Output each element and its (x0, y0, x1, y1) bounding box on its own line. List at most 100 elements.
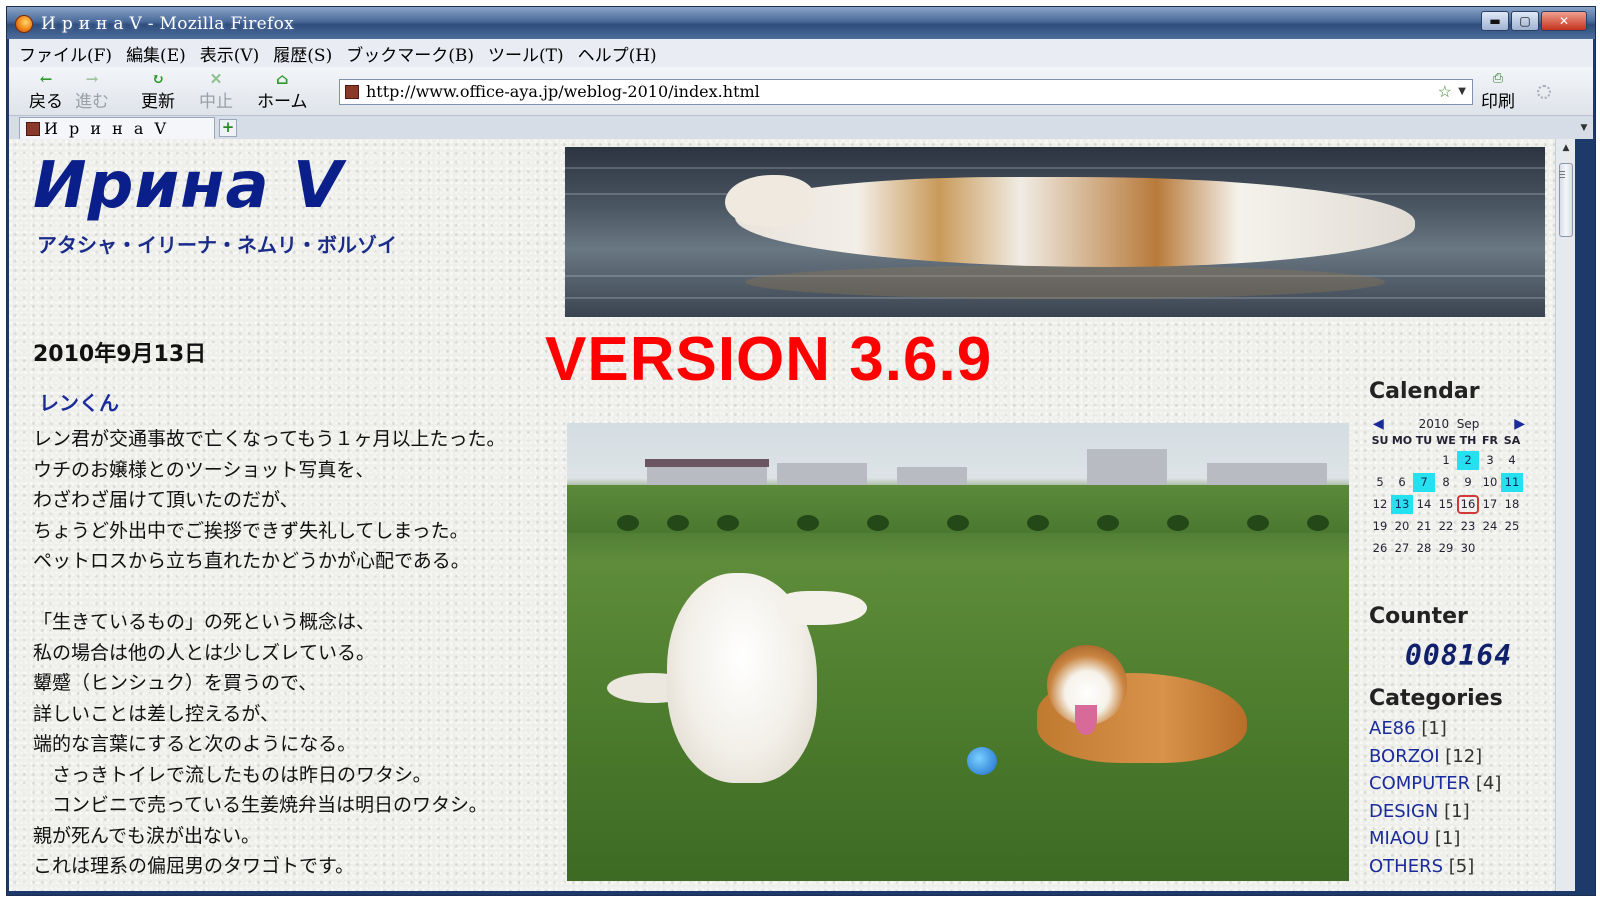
print-label: 印刷 (1481, 92, 1515, 112)
calendar-day[interactable]: 2 (1457, 451, 1479, 470)
new-tab-button[interactable]: + (219, 119, 237, 137)
calendar-weekday: MO (1391, 434, 1413, 447)
calendar-day: 3 (1486, 453, 1494, 467)
tab-irina-v[interactable]: И р и н а V (19, 117, 215, 140)
category-count: [1] (1438, 800, 1470, 822)
browser-window: И р и н а V - Mozilla Firefox ▬ ▢ ✕ ファイル… (6, 6, 1596, 896)
category-item: AE86 [1] (1369, 715, 1549, 743)
url-input[interactable]: http://www.office-aya.jp/weblog-2010/ind… (339, 79, 1473, 105)
minimize-button[interactable]: ▬ (1481, 11, 1509, 31)
post-line (33, 577, 553, 608)
calendar-day: 27 (1394, 541, 1410, 555)
calendar-month-label: 2010 Sep (1419, 417, 1480, 431)
printer-icon: ⎙ (1492, 71, 1504, 86)
reload-label: 更新 (141, 92, 175, 112)
print-button[interactable]: ⎙ 印刷 (1481, 71, 1515, 112)
calendar-day: 25 (1504, 519, 1520, 533)
calendar-next-icon[interactable]: ▶ (1514, 416, 1525, 432)
menu-help[interactable]: ヘルプ(H) (578, 41, 657, 66)
category-count: [4] (1470, 773, 1502, 794)
header-image-swimming-borzoi (565, 147, 1545, 317)
post-line: これは理系の偏屈男のタワゴトです。 (33, 855, 355, 877)
calendar-day: 16 (1457, 495, 1479, 514)
menu-edit[interactable]: 編集(E) (126, 41, 186, 66)
stop-icon: ✕ (209, 70, 223, 88)
calendar-day: 15 (1438, 497, 1454, 511)
scrollbar-thumb[interactable] (1559, 163, 1573, 237)
maximize-button[interactable]: ▢ (1511, 11, 1539, 31)
calendar-grid: SU MO TU WE TH FR SA 1 2 3 4 5 6 7 8 9 10 11 12 13 14 15 16 17 1… (1369, 434, 1529, 558)
home-button[interactable]: ⌂ ホーム (257, 71, 308, 112)
calendar-day: 28 (1416, 541, 1432, 555)
menu-history[interactable]: 履歴(S) (273, 41, 332, 66)
home-icon: ⌂ (275, 70, 289, 88)
post-line: 「生きているもの」の死という概念は、 (33, 611, 376, 633)
category-count: [5] (1443, 855, 1475, 877)
vertical-scrollbar[interactable]: ▲ (1555, 139, 1575, 891)
site-title[interactable]: Ирина V (33, 149, 343, 223)
post-title[interactable]: レンくん (39, 387, 119, 416)
post-line: 端的な言葉にすると次のようになる。 (33, 733, 357, 755)
calendar-weekday: SA (1503, 434, 1521, 447)
calendar-empty-cell (1413, 451, 1435, 470)
calendar-day: 21 (1416, 519, 1432, 533)
calendar-day[interactable]: 13 (1391, 495, 1413, 514)
home-label: ホーム (257, 92, 308, 112)
post-photo-borzoi-and-beagle (567, 423, 1349, 881)
category-link[interactable]: MIAOU (1369, 828, 1429, 849)
calendar-day: 10 (1482, 475, 1498, 489)
window-controls: ▬ ▢ ✕ (1481, 11, 1587, 31)
menu-bookmarks[interactable]: ブックマーク(B) (346, 41, 474, 66)
calendar-day: 30 (1460, 541, 1476, 555)
post-body: レン君が交通事故で亡くなってもう１ヶ月以上たった。 ウチのお嬢様とのツーショット写… (33, 424, 553, 882)
calendar-heading: Calendar (1369, 379, 1480, 404)
forward-label: 進む (75, 92, 109, 112)
menu-tools[interactable]: ツール(T) (488, 41, 564, 66)
post-line: コンビニで売っている生姜焼弁当は明日のワタシ。 (33, 794, 488, 816)
calendar-day: 4 (1508, 453, 1516, 467)
calendar-day: 6 (1398, 475, 1406, 489)
calendar-day: 23 (1460, 519, 1476, 533)
post-line: わざわざ届けて頂いたのだが、 (33, 489, 299, 511)
category-link[interactable]: COMPUTER (1369, 773, 1470, 794)
bookmark-star-icon[interactable]: ☆ (1438, 80, 1452, 104)
calendar-day[interactable]: 7 (1413, 473, 1435, 492)
calendar-day: 14 (1416, 497, 1432, 511)
calendar-day[interactable]: 11 (1501, 473, 1523, 492)
category-link[interactable]: AE86 (1369, 718, 1416, 739)
calendar-day: 29 (1438, 541, 1454, 555)
close-button[interactable]: ✕ (1541, 11, 1587, 31)
category-link[interactable]: DESIGN (1369, 801, 1438, 822)
category-link[interactable]: OTHERS (1369, 856, 1443, 877)
firefox-icon (15, 15, 33, 33)
scroll-up-icon[interactable]: ▲ (1559, 141, 1573, 155)
calendar-day: 18 (1504, 497, 1520, 511)
calendar-month: Sep (1456, 417, 1480, 431)
site-favicon-icon (345, 85, 359, 99)
menu-file[interactable]: ファイル(F) (19, 41, 112, 66)
calendar-prev-icon[interactable]: ◀ (1373, 416, 1384, 432)
reload-button[interactable]: ↻ 更新 (141, 71, 175, 112)
menu-view[interactable]: 表示(V) (200, 41, 260, 66)
tab-bar: И р и н а V + ▼ (9, 115, 1593, 140)
post-line: ちょうど外出中でご挨拶できず失礼してしまった。 (33, 519, 469, 542)
forward-button[interactable]: → 進む (75, 71, 109, 112)
post-line: 親が死んでも涙が出ない。 (33, 824, 261, 847)
stop-button[interactable]: ✕ 中止 (199, 71, 233, 112)
version-overlay: VERSION 3.6.9 (545, 325, 993, 394)
category-item: OTHERS [5] (1369, 853, 1549, 881)
menu-bar: ファイル(F) 編集(E) 表示(V) 履歴(S) ブックマーク(B) ツール(… (9, 39, 1593, 67)
title-bar: И р и н а V - Mozilla Firefox ▬ ▢ ✕ (7, 7, 1595, 39)
forward-arrow-icon: → (85, 70, 99, 88)
back-arrow-icon: ← (39, 70, 53, 88)
url-dropdown-icon[interactable]: ▼ (1458, 80, 1466, 104)
post-line: 顰蹙（ヒンシュク）を買うので、 (33, 672, 318, 694)
calendar-year: 2010 (1418, 417, 1450, 431)
post-line: ペットロスから立ち直れたかどうかが心配である。 (33, 550, 470, 572)
navigation-toolbar: ← 戻る → 進む ↻ 更新 ✕ 中止 ⌂ ホーム http://www.off… (9, 67, 1593, 115)
calendar-day: 9 (1464, 475, 1472, 489)
category-link[interactable]: BORZOI (1369, 746, 1440, 767)
tab-list-dropdown-icon[interactable]: ▼ (1577, 119, 1591, 137)
post-line: さっきトイレで流したものは昨日のワタシ。 (33, 763, 432, 786)
back-button[interactable]: ← 戻る (29, 71, 63, 112)
